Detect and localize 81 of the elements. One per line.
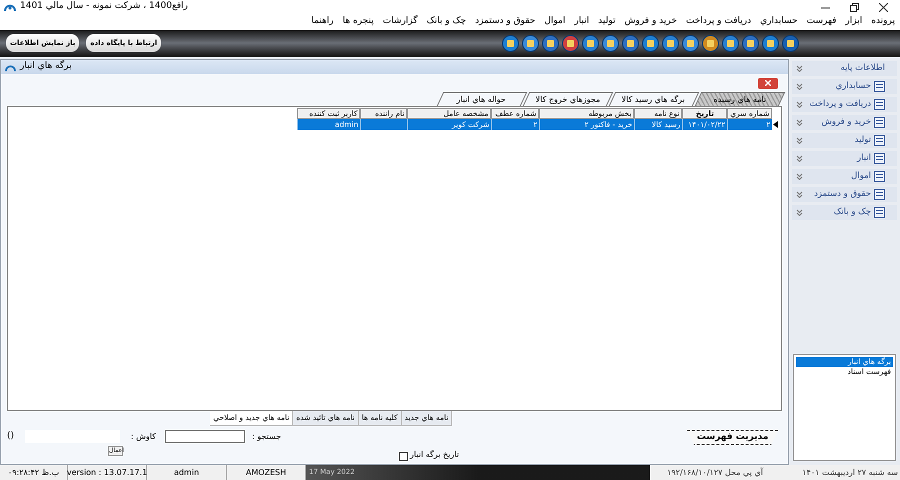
module-icon [874, 171, 885, 182]
sidebar-item[interactable]: اطلاعات پايه [792, 61, 897, 76]
menu-item[interactable]: دريافت و پرداخت [686, 15, 752, 29]
tab[interactable]: حواله هاي انبار [437, 92, 528, 106]
menu-item[interactable]: خريد و فروش [624, 15, 677, 29]
menu-item[interactable]: حسابداري [760, 15, 798, 29]
table-cell [360, 119, 408, 130]
chevron-icon [796, 119, 804, 126]
toolbar-icon[interactable] [642, 34, 659, 52]
window-title: رافع1400 ، شرکت نمونه - سال مالي 1401 [20, 0, 188, 14]
status-persian-date: سه شنبه ۲۷ ارديبهشت ۱۴۰۱ [801, 466, 899, 479]
sidebar-item[interactable]: خريد و فروش [792, 115, 897, 130]
module-icon [874, 99, 885, 110]
sidebar-item[interactable]: حسابداري [792, 79, 897, 94]
sidebar-item[interactable]: حقوق و دستمزد [792, 187, 897, 202]
menu-item[interactable]: پنجره ها [342, 15, 374, 29]
search-label: جستجو : [252, 430, 282, 443]
toolbar-icon[interactable] [602, 34, 619, 52]
module-icon [874, 117, 885, 128]
menu-item[interactable]: انبار [574, 15, 590, 29]
search-field[interactable] [165, 430, 245, 444]
module-icon [874, 135, 885, 146]
toolbar-icon[interactable] [502, 34, 519, 52]
toolbar-icon[interactable] [762, 34, 779, 52]
toolbar-icon[interactable] [742, 34, 759, 52]
menu-item[interactable]: فهرست [806, 15, 836, 29]
sidebar-item[interactable]: دريافت و پرداخت [792, 97, 897, 112]
status-user: admin [147, 465, 227, 480]
menu-item[interactable]: گزارشات [382, 15, 418, 29]
menu-item[interactable]: چک و بانک [426, 15, 466, 29]
sidebar-item[interactable]: توليد [792, 133, 897, 148]
menu-item[interactable]: پرونده [871, 15, 895, 29]
toolbar-icon[interactable] [702, 34, 719, 52]
app-logo-icon [4, 2, 16, 12]
chevron-icon [796, 83, 804, 90]
toolbar-icon[interactable] [582, 34, 599, 52]
toolbar-icon[interactable] [622, 34, 639, 52]
module-icon [874, 207, 885, 218]
chevron-icon [796, 209, 804, 216]
chevron-icon [796, 137, 804, 144]
toolbar-icon[interactable] [722, 34, 739, 52]
toolbar-icon[interactable] [542, 34, 559, 52]
menu-item[interactable]: توليد [598, 15, 616, 29]
sidebar-item[interactable]: چک و بانک [792, 205, 897, 220]
tab[interactable]: برگه هاي رسيد کالا [609, 92, 700, 106]
count-text: () [7, 430, 16, 443]
tab[interactable]: مجوزهاي خروج کالا [523, 92, 614, 106]
explore-label: کاوش : [130, 430, 156, 443]
toolbar-icon[interactable] [782, 34, 799, 52]
close-icon [765, 80, 772, 86]
tab[interactable]: نامه هاي رسيده [695, 92, 786, 106]
toolbar-icon[interactable] [522, 34, 539, 52]
chevron-icon [796, 65, 804, 72]
module-icon [874, 189, 885, 200]
menu-item[interactable]: حقوق و دستمزد [475, 15, 536, 29]
module-icon [874, 81, 885, 92]
status-version: version : 13.07.17.1 [68, 465, 147, 480]
maximize-icon[interactable] [850, 2, 859, 12]
menu-item[interactable]: اموال [544, 15, 566, 29]
date-checkbox[interactable] [399, 452, 408, 461]
module-icon [874, 153, 885, 164]
close-icon[interactable] [879, 2, 888, 12]
toolbar-icon[interactable] [682, 34, 699, 52]
menu-item[interactable]: ابزار [845, 15, 862, 29]
toolbar-icon[interactable] [662, 34, 679, 52]
child-window-title: برگه هاي انبار [20, 60, 72, 74]
toolbar-icon[interactable] [562, 34, 579, 52]
sidebar-item[interactable]: انبار [792, 151, 897, 166]
chevron-icon [796, 173, 804, 180]
menu-item[interactable]: راهنما [311, 15, 334, 29]
chevron-icon [796, 155, 804, 162]
window-logo-icon [5, 62, 16, 72]
manage-list-button[interactable]: مديريت فهرست [686, 430, 778, 445]
row-pointer-icon [772, 119, 780, 130]
chevron-icon [796, 101, 804, 108]
sidebar-item[interactable]: اموال [792, 169, 897, 184]
checkbox-label: تاريخ برگه انبار [410, 449, 459, 461]
status-ip: آي پي محل ۱۹۲/۱۶۸/۱۰/۱۲۷ [666, 466, 764, 479]
status-time: ب.ظ ۰۹:۲۸:۴۲ [0, 465, 68, 480]
chevron-icon [796, 191, 804, 198]
close-button[interactable] [758, 78, 778, 88]
